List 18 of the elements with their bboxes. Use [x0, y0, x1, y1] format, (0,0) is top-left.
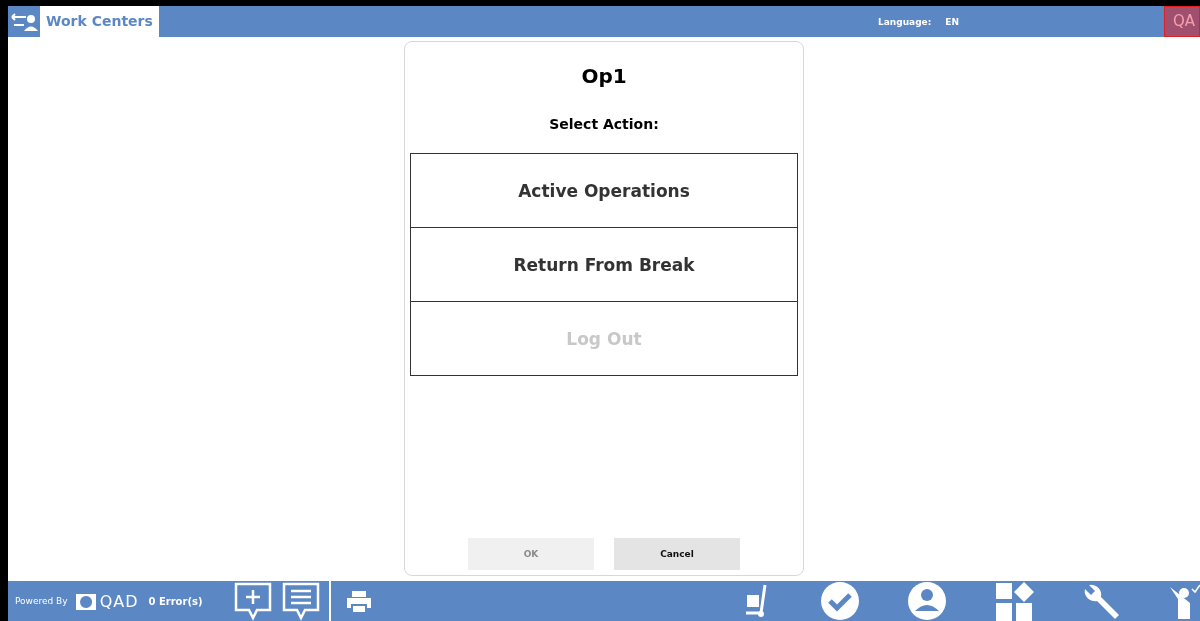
brand-name: QAD [99, 591, 139, 611]
language-label: Language: [878, 16, 932, 27]
brand-logo: QA [1164, 6, 1200, 37]
dialog-button[interactable]: Cancel [614, 538, 740, 570]
error-count[interactable]: 0 Error(s) [148, 595, 203, 607]
user-icon[interactable] [907, 581, 947, 621]
comment-icon[interactable] [280, 581, 321, 621]
dialog-title: Op1 [581, 64, 627, 88]
action-button[interactable]: Return From Break [410, 227, 798, 302]
action-button[interactable]: Active Operations [410, 153, 798, 228]
print-icon[interactable] [344, 589, 373, 613]
work-centers-tab[interactable]: Work Centers [40, 6, 159, 37]
prompt-text: Select Action: [549, 116, 659, 132]
checkmark-icon[interactable] [820, 581, 860, 621]
language-value[interactable]: EN [945, 16, 959, 27]
shapes-icon[interactable] [994, 581, 1034, 621]
add-comment-icon[interactable] [232, 581, 273, 621]
powered-by-label: Powered By [15, 596, 68, 606]
